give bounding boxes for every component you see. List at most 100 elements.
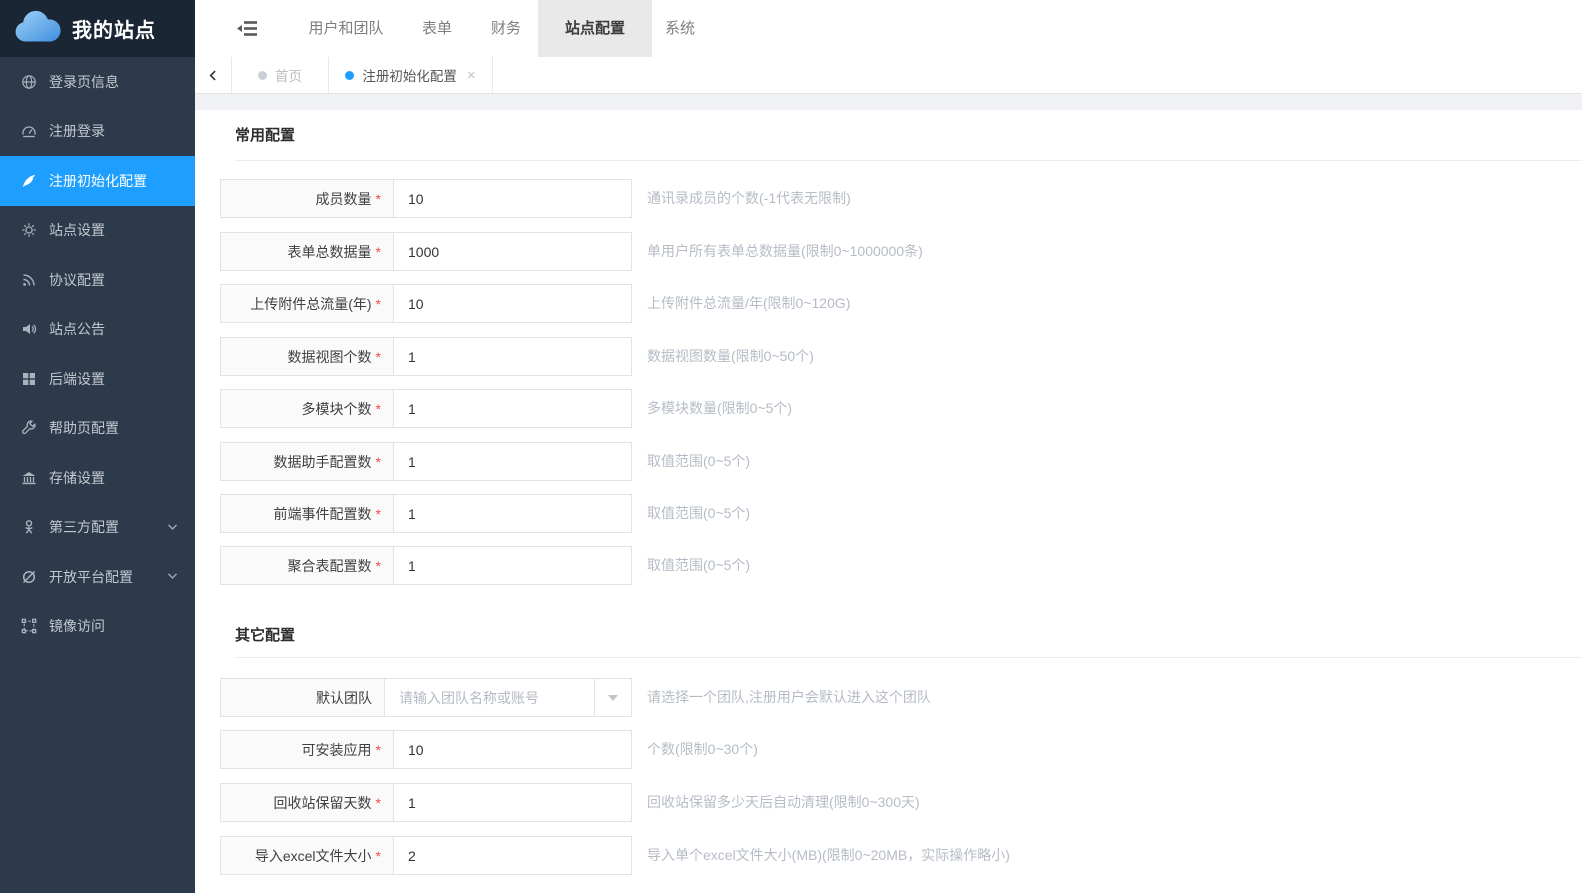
field-select-cell (384, 678, 632, 717)
data-view-count-input[interactable] (394, 338, 631, 375)
person-icon (20, 519, 37, 536)
form-row-data-view-count: 数据视图个数* 数据视图数量(限制0~50个) (220, 337, 632, 376)
multi-module-count-input[interactable] (394, 390, 631, 427)
excel-file-size-input[interactable] (394, 837, 631, 874)
field-hint: 取值范围(0~5个) (647, 442, 750, 481)
gear-icon (20, 222, 37, 239)
nav-tab-forms[interactable]: 表单 (422, 0, 452, 57)
quill-icon (20, 172, 37, 189)
sidebar-item-storage-settings[interactable]: 存储设置 (0, 453, 195, 503)
top-navigation: 用户和团队 表单 财务 站点配置 系统 (195, 0, 1582, 57)
mirror-selection-icon (20, 618, 37, 635)
globe-icon (20, 73, 37, 90)
tab-status-dot (258, 71, 267, 80)
chevron-down-icon (166, 520, 179, 536)
form-row-aggregate-table-count: 聚合表配置数* 取值范围(0~5个) (220, 546, 632, 585)
required-mark: * (376, 454, 381, 470)
field-label: 回收站保留天数* (220, 783, 393, 822)
field-label: 可安装应用* (220, 730, 393, 769)
sidebar-item-open-platform-config[interactable]: 开放平台配置 (0, 552, 195, 602)
back-button[interactable] (195, 57, 232, 93)
form-row-multi-module-count: 多模块个数* 多模块数量(限制0~5个) (220, 389, 632, 428)
sidebar: 我的站点 登录页信息 注册登录 注册初始化配置 站点设置 (0, 0, 195, 893)
form-row-form-data-total: 表单总数据量* 单用户所有表单总数据量(限制0~1000000条) (220, 232, 632, 271)
aggregate-table-count-input[interactable] (394, 547, 631, 584)
field-input-cell (393, 284, 632, 323)
field-hint: 单用户所有表单总数据量(限制0~1000000条) (647, 232, 923, 271)
field-label: 数据助手配置数* (220, 442, 393, 481)
field-label: 前端事件配置数* (220, 494, 393, 533)
sidebar-item-register-login[interactable]: 注册登录 (0, 107, 195, 157)
app-logo[interactable]: 我的站点 (0, 0, 195, 57)
section-divider (235, 160, 1582, 161)
recycle-bin-days-input[interactable] (394, 784, 631, 821)
ring-slash-icon (20, 568, 37, 585)
field-hint: 取值范围(0~5个) (647, 494, 750, 533)
nav-tab-system[interactable]: 系统 (665, 0, 695, 57)
frontend-event-count-input[interactable] (394, 495, 631, 532)
field-input-cell (393, 179, 632, 218)
sidebar-item-site-announcement[interactable]: 站点公告 (0, 305, 195, 355)
dashboard-icon (20, 123, 37, 140)
page-tab-home[interactable]: 首页 (232, 57, 329, 93)
sidebar-item-register-init-config[interactable]: 注册初始化配置 (0, 156, 195, 206)
sidebar-item-label: 站点设置 (49, 220, 105, 240)
sidebar-item-protocol-config[interactable]: 协议配置 (0, 255, 195, 305)
nav-tab-finance[interactable]: 财务 (491, 0, 521, 57)
field-hint: 多模块数量(限制0~5个) (647, 389, 792, 428)
sidebar-item-backend-settings[interactable]: 后端设置 (0, 354, 195, 404)
required-mark: * (376, 244, 381, 260)
field-input-cell (393, 836, 632, 875)
form-row-frontend-event-count: 前端事件配置数* 取值范围(0~5个) (220, 494, 632, 533)
nav-tab-site-config[interactable]: 站点配置 (538, 0, 652, 57)
collapse-menu-icon[interactable] (233, 0, 261, 57)
field-label-text: 聚合表配置数 (288, 556, 372, 576)
sidebar-item-third-party-config[interactable]: 第三方配置 (0, 503, 195, 553)
content-panel: 常用配置 成员数量* 通讯录成员的个数(-1代表无限制) 表单总数据量* 单用户… (195, 110, 1582, 893)
page-tab-label: 首页 (275, 65, 302, 85)
installable-apps-input[interactable] (394, 731, 631, 768)
field-label: 表单总数据量* (220, 232, 393, 271)
sidebar-item-help-page-config[interactable]: 帮助页配置 (0, 404, 195, 454)
field-label-text: 数据视图个数 (288, 347, 372, 367)
field-input-cell (393, 442, 632, 481)
upload-traffic-input[interactable] (394, 285, 631, 322)
data-assistant-count-input[interactable] (394, 443, 631, 480)
select-dropdown-button[interactable] (594, 679, 631, 716)
field-label-text: 多模块个数 (302, 399, 372, 419)
rss-icon (20, 271, 37, 288)
sidebar-item-label: 帮助页配置 (49, 418, 119, 438)
sidebar-item-label: 协议配置 (49, 270, 105, 290)
field-hint: 个数(限制0~30个) (647, 730, 758, 769)
required-mark: * (376, 742, 381, 758)
sidebar-item-site-settings[interactable]: 站点设置 (0, 206, 195, 256)
close-icon[interactable]: × (467, 67, 476, 84)
field-hint: 取值范围(0~5个) (647, 546, 750, 585)
member-count-input[interactable] (394, 180, 631, 217)
page-tab-register-init-config[interactable]: 注册初始化配置 × (329, 57, 493, 93)
field-input-cell (393, 546, 632, 585)
form-row-default-team: 默认团队 请选择一个团队,注册用户会默认进入这个团队 (220, 678, 632, 717)
form-row-upload-traffic: 上传附件总流量(年)* 上传附件总流量/年(限制0~120G) (220, 284, 632, 323)
sidebar-item-label: 镜像访问 (49, 616, 105, 636)
sidebar-item-login-page-info[interactable]: 登录页信息 (0, 57, 195, 107)
field-hint: 导入单个excel文件大小(MB)(限制0~20MB，实际操作略小) (647, 836, 1010, 875)
form-row-installable-apps: 可安装应用* 个数(限制0~30个) (220, 730, 632, 769)
chevron-down-icon (166, 569, 179, 585)
field-hint: 回收站保留多少天后自动清理(限制0~300天) (647, 783, 920, 822)
default-team-select-input[interactable] (385, 679, 594, 716)
form-data-total-input[interactable] (394, 233, 631, 270)
bank-icon (20, 469, 37, 486)
field-label: 导入excel文件大小* (220, 836, 393, 875)
sidebar-item-label: 站点公告 (49, 319, 105, 339)
field-input-cell (393, 494, 632, 533)
field-input-cell (393, 730, 632, 769)
required-mark: * (376, 848, 381, 864)
page-tab-label: 注册初始化配置 (362, 65, 457, 85)
required-mark: * (376, 349, 381, 365)
form-row-recycle-bin-days: 回收站保留天数* 回收站保留多少天后自动清理(限制0~300天) (220, 783, 632, 822)
sidebar-item-mirror-access[interactable]: 镜像访问 (0, 602, 195, 652)
required-mark: * (376, 401, 381, 417)
nav-tab-users-teams[interactable]: 用户和团队 (308, 0, 383, 57)
field-label-text: 上传附件总流量(年) (250, 294, 371, 314)
